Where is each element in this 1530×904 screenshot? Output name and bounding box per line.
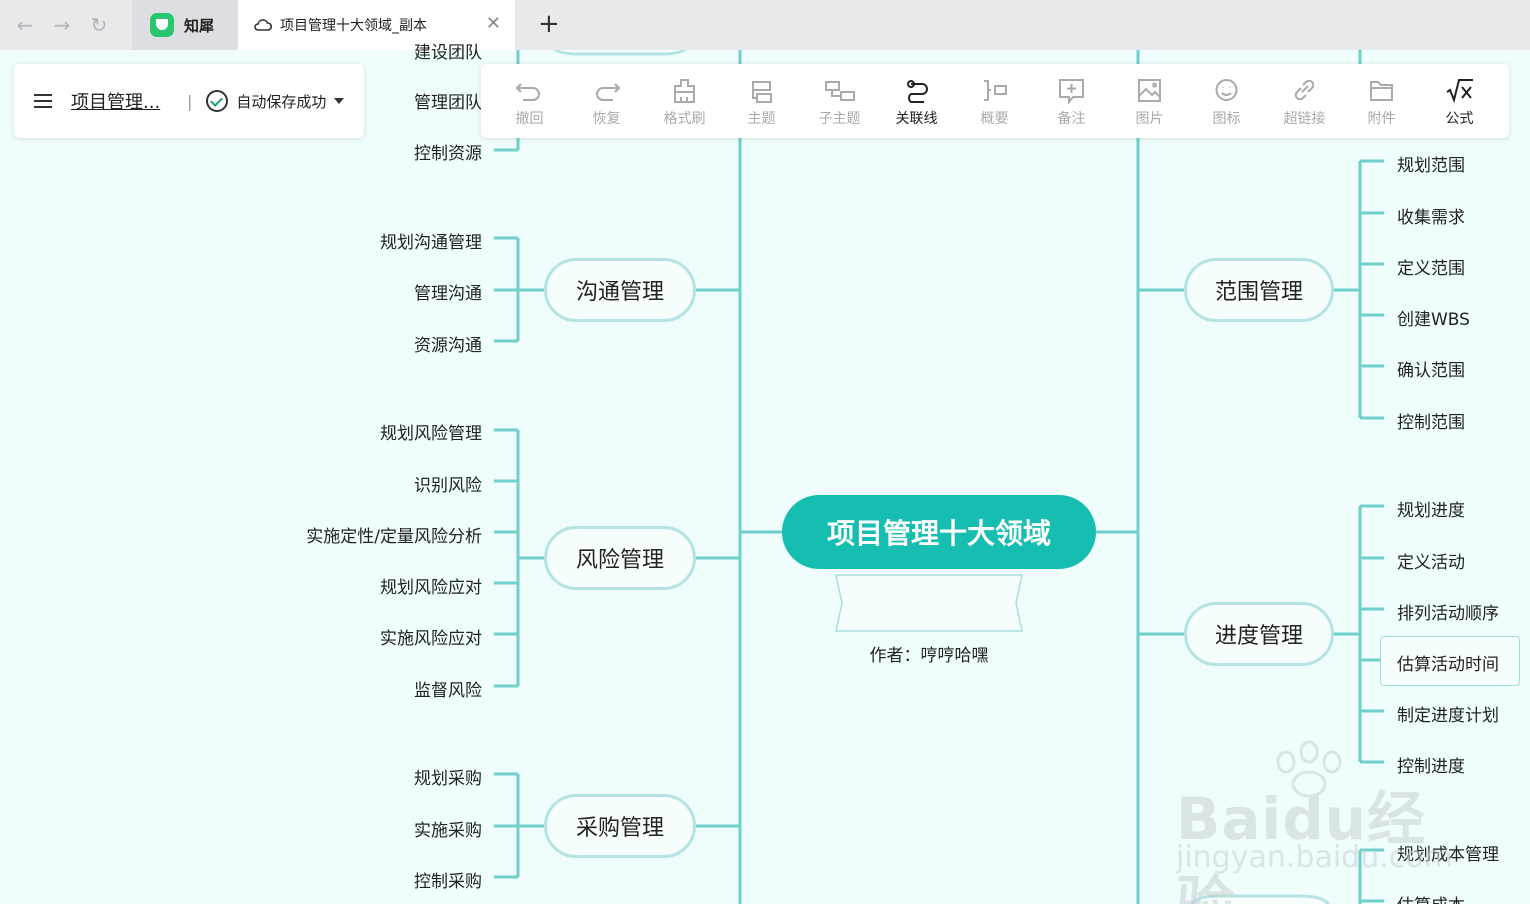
topic-button[interactable]: 主题 bbox=[723, 64, 800, 138]
leaf-topic[interactable]: 规划风险应对 bbox=[380, 573, 482, 598]
close-tab-icon[interactable]: ✕ bbox=[486, 13, 501, 34]
leaf-topic[interactable]: 排列活动顺序 bbox=[1397, 599, 1499, 624]
save-status: 自动保存成功 bbox=[236, 92, 327, 111]
subtopic-icon bbox=[825, 81, 855, 101]
summary-icon bbox=[984, 80, 1007, 101]
link-icon bbox=[1294, 79, 1315, 101]
root-topic[interactable]: 项目管理十大领域 bbox=[782, 495, 1096, 569]
formula-icon bbox=[1446, 79, 1473, 104]
leaf-topic[interactable]: 建设团队 bbox=[414, 38, 482, 63]
editor-toolbar: 撤回 恢复 格式刷 主题 子主题 关联线 概要 备注 图片 图标 超链接 附件 … bbox=[481, 64, 1509, 138]
attachment-button[interactable]: 附件 bbox=[1343, 64, 1420, 138]
leaf-topic[interactable]: 收集需求 bbox=[1397, 203, 1465, 228]
leaf-topic[interactable]: 确认范围 bbox=[1397, 356, 1465, 381]
emoji-icon bbox=[1215, 79, 1238, 101]
subtopic-button[interactable]: 子主题 bbox=[801, 64, 878, 138]
link-button[interactable]: 超链接 bbox=[1266, 64, 1343, 138]
cloud-icon bbox=[254, 19, 272, 31]
leaf-topic[interactable]: 创建WBS bbox=[1397, 305, 1470, 330]
note-icon bbox=[1059, 79, 1084, 104]
tool-label: 恢复 bbox=[592, 111, 621, 127]
tab-label: 项目管理十大领域_副本 bbox=[280, 18, 427, 34]
relation-line-button[interactable]: 关联线 bbox=[878, 64, 955, 138]
redo-button[interactable]: 恢复 bbox=[568, 64, 645, 138]
leaf-topic[interactable]: 控制资源 bbox=[414, 139, 482, 164]
leaf-topic[interactable]: 管理沟通 bbox=[414, 279, 482, 304]
leaf-topic[interactable]: 实施采购 bbox=[414, 816, 482, 841]
back-arrow-icon[interactable]: ← bbox=[12, 12, 38, 38]
leaf-topic[interactable]: 规划进度 bbox=[1397, 496, 1465, 521]
leaf-topic[interactable]: 定义范围 bbox=[1397, 254, 1465, 279]
tool-label: 附件 bbox=[1367, 111, 1396, 127]
leaf-topic-selected[interactable]: 估算活动时间 bbox=[1397, 650, 1499, 675]
formula-button[interactable]: 公式 bbox=[1421, 64, 1498, 138]
undo-icon bbox=[515, 83, 540, 101]
leaf-topic[interactable]: 实施风险应对 bbox=[380, 624, 482, 649]
folder-icon bbox=[1370, 81, 1393, 101]
relation-line-icon bbox=[907, 80, 928, 103]
tool-label: 主题 bbox=[747, 111, 776, 127]
document-title[interactable]: 项目管理... bbox=[71, 88, 175, 114]
reload-icon[interactable]: ↻ bbox=[86, 12, 112, 38]
leaf-topic[interactable]: 控制采购 bbox=[414, 867, 482, 892]
menu-icon[interactable] bbox=[34, 94, 52, 108]
tool-label: 备注 bbox=[1057, 111, 1086, 127]
leaf-topic[interactable]: 实施定性/定量风险分析 bbox=[306, 522, 482, 547]
summary-button[interactable]: 概要 bbox=[956, 64, 1033, 138]
tool-label: 关联线 bbox=[895, 111, 938, 127]
watermark-url: jingyan.baidu.com bbox=[1176, 840, 1453, 875]
note-button[interactable]: 备注 bbox=[1033, 64, 1110, 138]
tool-label: 公式 bbox=[1445, 111, 1474, 127]
browser-tab-bar: ← → ↻ 知犀 项目管理十大领域_副本 ✕ + bbox=[0, 0, 1530, 50]
document-panel: 项目管理... | 自动保存成功 bbox=[14, 64, 364, 138]
caret-down-icon[interactable] bbox=[334, 98, 345, 104]
separator: | bbox=[187, 91, 193, 111]
check-circle-icon bbox=[206, 90, 229, 112]
leaf-topic[interactable]: 管理团队 bbox=[414, 88, 482, 113]
leaf-topic[interactable]: 规划范围 bbox=[1397, 151, 1465, 176]
leaf-topic[interactable]: 规划风险管理 bbox=[380, 419, 482, 444]
forward-arrow-icon[interactable]: → bbox=[49, 12, 75, 38]
tab-label: 知犀 bbox=[184, 16, 215, 35]
leaf-topic[interactable]: 资源沟通 bbox=[414, 331, 482, 356]
undo-button[interactable]: 撤回 bbox=[491, 64, 568, 138]
icon-button[interactable]: 图标 bbox=[1188, 64, 1265, 138]
topic-communication[interactable]: 沟通管理 bbox=[544, 258, 696, 322]
redo-icon bbox=[596, 83, 621, 101]
topic-procurement[interactable]: 采购管理 bbox=[544, 794, 696, 858]
tool-label: 子主题 bbox=[818, 111, 861, 127]
leaf-topic[interactable]: 监督风险 bbox=[414, 676, 482, 701]
leaf-topic[interactable]: 控制范围 bbox=[1397, 408, 1465, 433]
topic-schedule[interactable]: 进度管理 bbox=[1184, 602, 1334, 666]
leaf-topic[interactable]: 制定进度计划 bbox=[1397, 701, 1499, 726]
format-brush-icon bbox=[674, 79, 695, 103]
tab-zhixi[interactable]: 知犀 bbox=[132, 0, 238, 50]
new-tab-icon[interactable]: + bbox=[538, 9, 560, 39]
image-icon bbox=[1138, 79, 1161, 102]
baidu-watermark: Baidu经验 jingyan.baidu.com bbox=[1176, 740, 1476, 904]
leaf-topic[interactable]: 规划沟通管理 bbox=[380, 228, 482, 253]
tool-label: 格式刷 bbox=[663, 111, 706, 127]
tool-label: 图片 bbox=[1135, 111, 1164, 127]
watermark-brand: Baidu经验 bbox=[1176, 785, 1427, 904]
tool-label: 撤回 bbox=[515, 111, 544, 127]
format-brush-button[interactable]: 格式刷 bbox=[646, 64, 723, 138]
leaf-topic[interactable]: 识别风险 bbox=[414, 471, 482, 496]
topic-icon bbox=[752, 81, 772, 103]
topic-risk[interactable]: 风险管理 bbox=[544, 526, 696, 590]
tool-label: 超链接 bbox=[1283, 111, 1326, 127]
topic-scope[interactable]: 范围管理 bbox=[1184, 258, 1334, 322]
zhixi-logo-icon bbox=[150, 13, 174, 37]
tool-label: 概要 bbox=[980, 111, 1009, 127]
leaf-topic[interactable]: 定义活动 bbox=[1397, 548, 1465, 573]
leaf-topic[interactable]: 规划采购 bbox=[414, 764, 482, 789]
tool-label: 图标 bbox=[1212, 111, 1241, 127]
image-button[interactable]: 图片 bbox=[1111, 64, 1188, 138]
author-note[interactable]: 作者：哼哼哈嘿 bbox=[836, 625, 1022, 681]
